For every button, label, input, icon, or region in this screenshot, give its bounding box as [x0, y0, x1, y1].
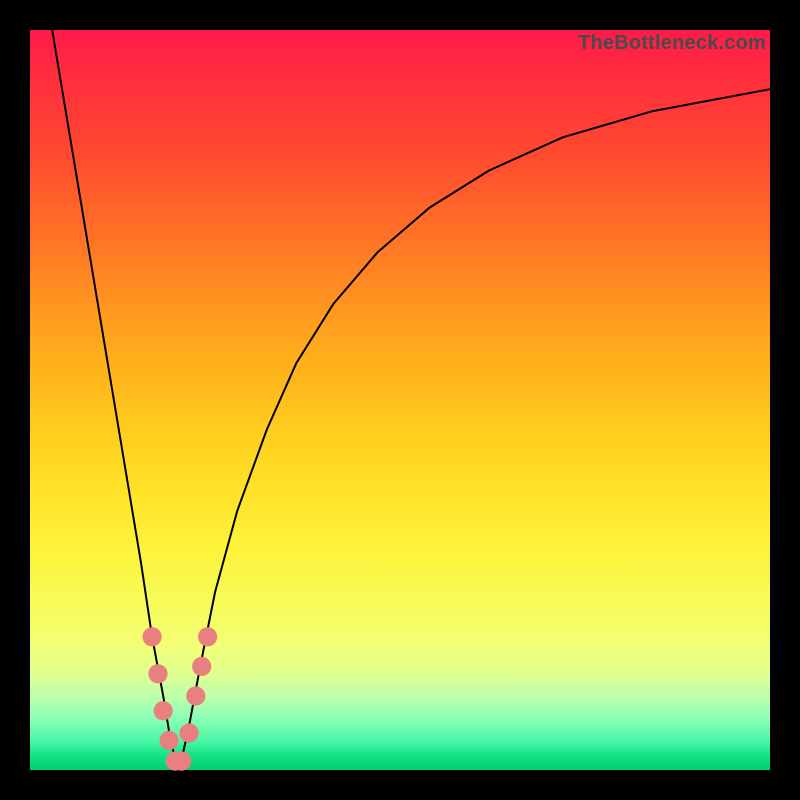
curve-svg	[0, 0, 800, 800]
data-marker	[160, 731, 179, 750]
data-marker	[192, 657, 211, 676]
data-marker	[148, 664, 167, 683]
bottleneck-curve	[52, 30, 770, 764]
data-marker	[180, 723, 199, 742]
data-marker	[198, 627, 217, 646]
data-marker	[172, 752, 191, 771]
chart-frame: TheBottleneck.com	[0, 0, 800, 800]
data-marker	[186, 686, 205, 705]
data-marker	[154, 701, 173, 720]
data-marker	[143, 627, 162, 646]
